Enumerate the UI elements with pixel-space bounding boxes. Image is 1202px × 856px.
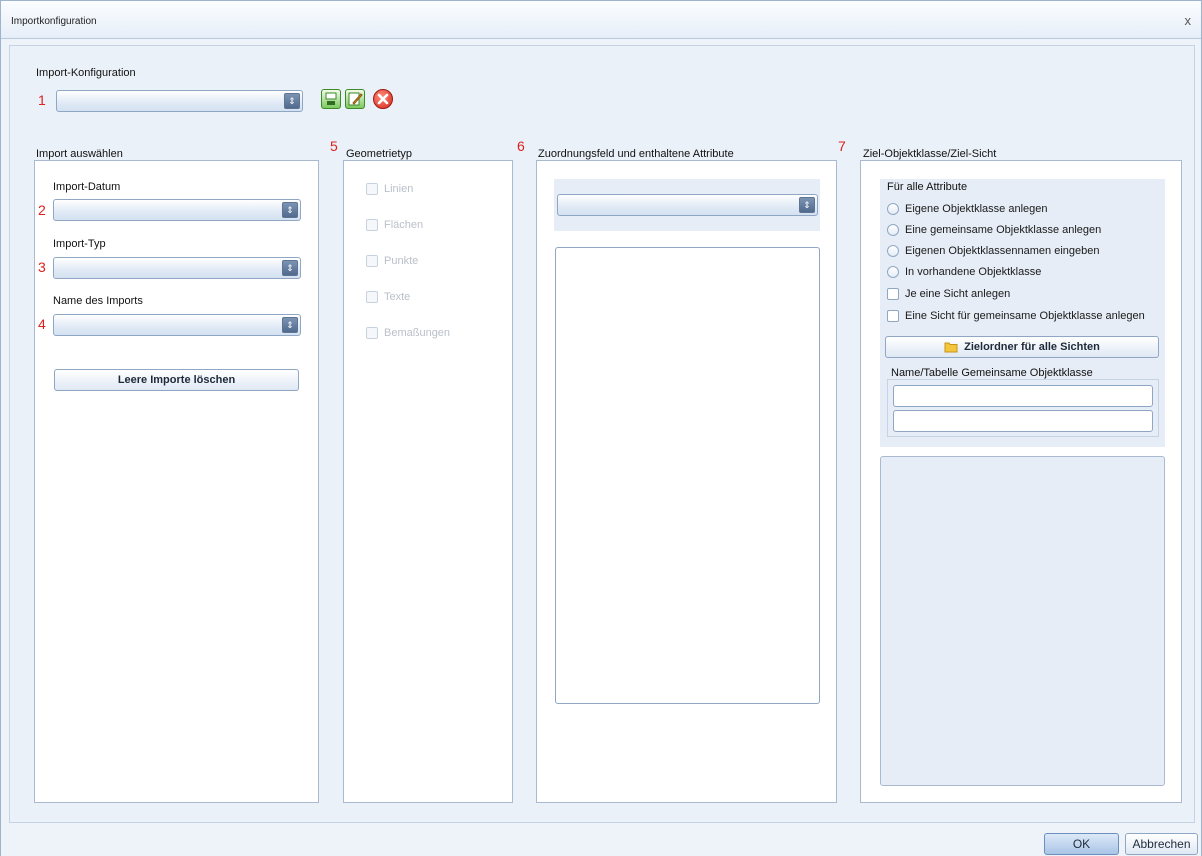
target-panel-title: Ziel-Objektklasse/Ziel-Sicht [863,148,997,160]
shared-class-table-input[interactable] [893,410,1153,432]
delete-icon[interactable] [373,89,393,109]
import-name-select[interactable]: ⇕ [53,314,301,336]
checkbox [366,219,378,231]
marker-6: 6 [517,138,525,154]
import-date-select[interactable]: ⇕ [53,199,301,221]
ok-button[interactable]: OK [1044,833,1119,855]
radio-own-class[interactable]: Eigene Objektklasse anlegen [887,203,1047,215]
import-config-window: Importkonfiguration x Import-Konfigurati… [0,0,1202,856]
geometry-option-lines[interactable]: Linien [366,183,413,195]
marker-2: 2 [38,202,46,218]
edit-icon[interactable] [345,89,365,109]
radio-circle [887,266,899,278]
marker-7: 7 [838,138,846,154]
window-title: Importkonfiguration [11,16,97,27]
import-type-label: Import-Typ [53,238,106,250]
import-panel-title: Import auswählen [36,148,123,160]
marker-5: 5 [330,138,338,154]
radio-circle [887,203,899,215]
target-folder-button[interactable]: Zielordner für alle Sichten [885,336,1159,358]
radio-existing-class[interactable]: In vorhandene Objektklasse [887,266,1041,278]
radio-circle [887,224,899,236]
check-one-view-each[interactable]: Je eine Sicht anlegen [887,288,1010,300]
geometry-panel-title: Geometrietyp [346,148,413,160]
marker-3: 3 [38,259,46,275]
cancel-button[interactable]: Abbrechen [1125,833,1198,855]
target-preview-area [880,456,1165,786]
chevron-down-icon: ⇕ [799,197,815,213]
close-icon[interactable]: x [1185,13,1192,28]
checkbox [366,255,378,267]
save-icon[interactable] [321,89,341,109]
chevron-down-icon: ⇕ [282,202,298,218]
mapping-field-select[interactable]: ⇕ [557,194,818,216]
import-name-label: Name des Imports [53,295,143,307]
folder-icon [944,342,958,353]
geometry-option-texts[interactable]: Texte [366,291,410,303]
checkbox [887,310,899,322]
checkbox [887,288,899,300]
config-label: Import-Konfiguration [36,67,136,79]
geometry-option-areas[interactable]: Flächen [366,219,423,231]
radio-shared-class[interactable]: Eine gemeinsame Objektklasse anlegen [887,224,1101,236]
geometry-option-points[interactable]: Punkte [366,255,418,267]
shared-class-name-input[interactable] [893,385,1153,407]
radio-circle [887,245,899,257]
marker-4: 4 [38,316,46,332]
checkbox [366,327,378,339]
shared-class-label: Name/Tabelle Gemeinsame Objektklasse [891,367,1093,379]
marker-1: 1 [38,92,46,108]
chevron-down-icon: ⇕ [282,260,298,276]
checkbox [366,291,378,303]
mapping-panel-title: Zuordnungsfeld und enthaltene Attribute [538,148,734,160]
geometry-option-dimensions[interactable]: Bemaßungen [366,327,450,339]
chevron-down-icon: ⇕ [282,317,298,333]
title-bar: Importkonfiguration x [1,1,1201,39]
checkbox [366,183,378,195]
import-type-select[interactable]: ⇕ [53,257,301,279]
import-date-label: Import-Datum [53,181,121,193]
chevron-down-icon: ⇕ [284,93,300,109]
attribute-list[interactable] [555,247,820,704]
clear-empty-imports-button[interactable]: Leere Importe löschen [54,369,299,391]
config-select[interactable]: ⇕ [56,90,303,112]
radio-own-name[interactable]: Eigenen Objektklassennamen eingeben [887,245,1099,257]
dialog-footer: OK Abbrechen [1,829,1201,856]
all-attributes-label: Für alle Attribute [887,181,968,193]
check-shared-view[interactable]: Eine Sicht für gemeinsame Objektklasse a… [887,310,1145,322]
